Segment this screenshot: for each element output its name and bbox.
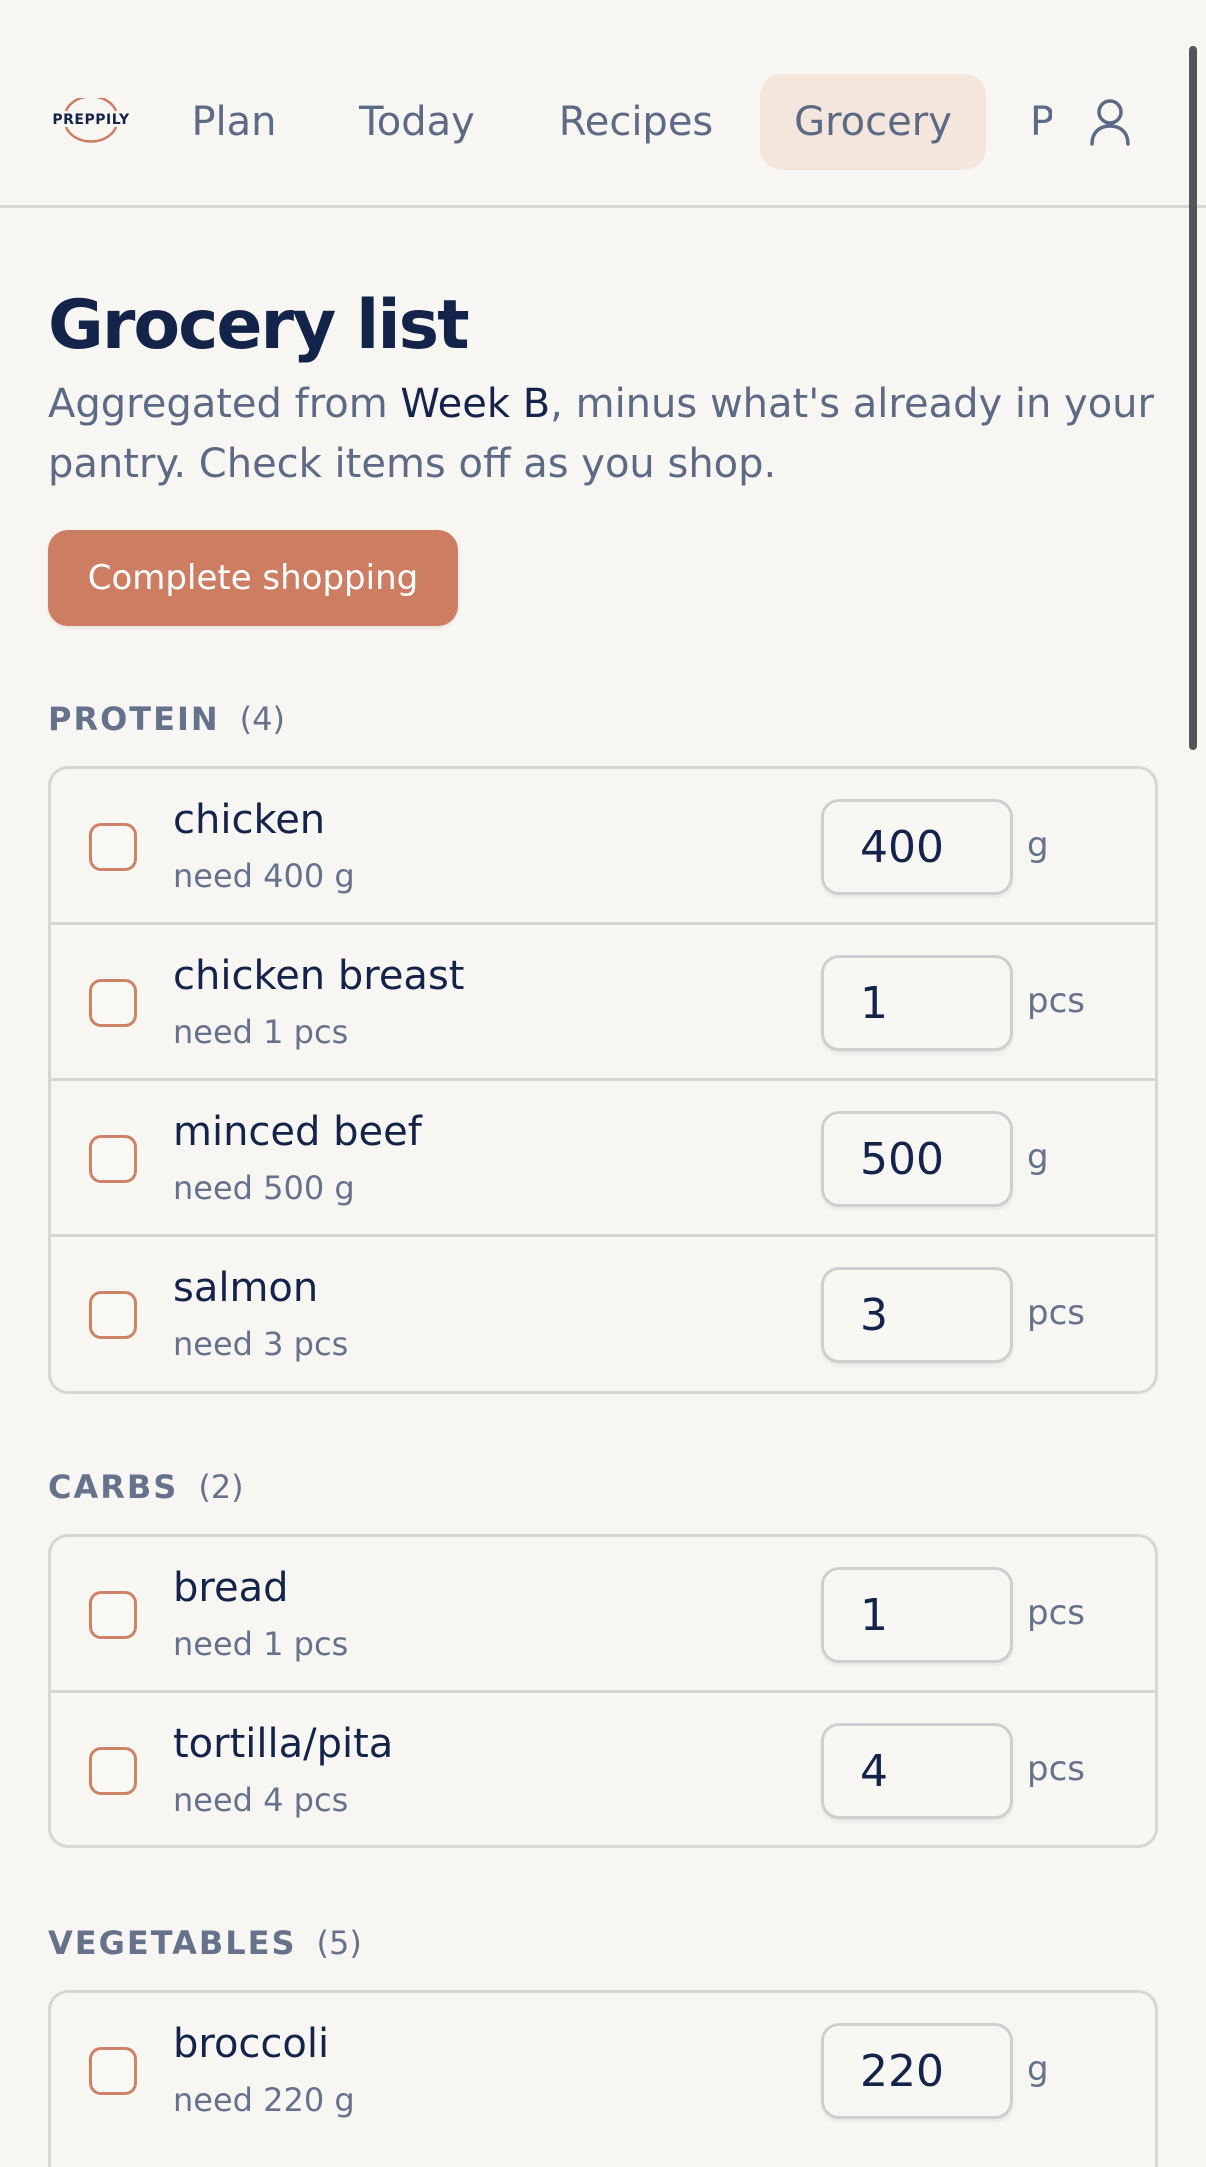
item-unit: pcs bbox=[1027, 1593, 1085, 1633]
user-icon[interactable] bbox=[1088, 98, 1132, 146]
top-navigation: PREPPILY Plan Today Recipes Grocery P bbox=[0, 0, 1206, 208]
list-item: chicken need 400 g 400 g bbox=[51, 769, 1155, 925]
quantity-input[interactable]: 1 bbox=[821, 1567, 1013, 1663]
section-count: (2) bbox=[198, 1468, 244, 1506]
item-name: tortilla/pita bbox=[173, 1721, 394, 1767]
item-checkbox[interactable] bbox=[89, 2047, 137, 2095]
section-title: CARBS bbox=[48, 1468, 179, 1506]
subtitle-prefix: Aggregated from bbox=[48, 381, 401, 427]
group-carbs: bread need 1 pcs 1 pcs tortilla/pita nee… bbox=[48, 1534, 1158, 1848]
list-item: bread need 1 pcs 1 pcs bbox=[51, 1537, 1155, 1693]
item-unit: g bbox=[1027, 2049, 1049, 2089]
item-name: minced beef bbox=[173, 1109, 422, 1155]
item-need: need 220 g bbox=[173, 2081, 355, 2119]
page-title: Grocery list bbox=[48, 286, 470, 365]
logo[interactable]: PREPPILY bbox=[50, 98, 132, 146]
item-checkbox[interactable] bbox=[89, 979, 137, 1027]
grocery-page: PREPPILY Plan Today Recipes Grocery P Gr… bbox=[0, 0, 1206, 2167]
tab-plan[interactable]: Plan bbox=[172, 74, 296, 170]
list-item: chicken breast need 1 pcs 1 pcs bbox=[51, 925, 1155, 1081]
tab-recipes[interactable]: Recipes bbox=[540, 74, 732, 170]
complete-shopping-button[interactable]: Complete shopping bbox=[48, 530, 458, 626]
quantity-input[interactable]: 1 bbox=[821, 955, 1013, 1051]
list-item: minced beef need 500 g 500 g bbox=[51, 1081, 1155, 1237]
item-name: chicken breast bbox=[173, 953, 465, 999]
quantity-input[interactable]: 220 bbox=[821, 2023, 1013, 2119]
item-name: chicken bbox=[173, 797, 326, 843]
item-checkbox[interactable] bbox=[89, 1747, 137, 1795]
quantity-input[interactable]: 3 bbox=[821, 1267, 1013, 1363]
item-unit: pcs bbox=[1027, 1293, 1085, 1333]
quantity-input[interactable]: 400 bbox=[821, 799, 1013, 895]
item-need: need 3 pcs bbox=[173, 1325, 349, 1363]
item-need: need 1 pcs bbox=[173, 1625, 349, 1663]
item-checkbox[interactable] bbox=[89, 1135, 137, 1183]
group-protein: chicken need 400 g 400 g chicken breast … bbox=[48, 766, 1158, 1394]
item-checkbox[interactable] bbox=[89, 823, 137, 871]
section-title: PROTEIN bbox=[48, 700, 220, 738]
tab-today[interactable]: Today bbox=[340, 74, 494, 170]
item-need: need 500 g bbox=[173, 1169, 355, 1207]
item-unit: g bbox=[1027, 1137, 1049, 1177]
item-checkbox[interactable] bbox=[89, 1591, 137, 1639]
section-label-carbs: CARBS (2) bbox=[48, 1468, 244, 1506]
page-subtitle: Aggregated from Week B, minus what's alr… bbox=[48, 374, 1158, 494]
subtitle-week: Week B bbox=[400, 381, 551, 427]
section-label-vegetables: VEGETABLES (5) bbox=[48, 1924, 362, 1962]
quantity-input[interactable]: 4 bbox=[821, 1723, 1013, 1819]
tab-truncated[interactable]: P bbox=[1030, 74, 1052, 170]
item-need: need 4 pcs bbox=[173, 1781, 349, 1819]
section-title: VEGETABLES bbox=[48, 1924, 297, 1962]
list-item: broccoli need 220 g 220 g bbox=[51, 1993, 1155, 2149]
item-unit: g bbox=[1027, 825, 1049, 865]
list-item: salmon need 3 pcs 3 pcs bbox=[51, 1237, 1155, 1391]
quantity-input[interactable]: 500 bbox=[821, 1111, 1013, 1207]
item-unit: pcs bbox=[1027, 981, 1085, 1021]
scrollbar[interactable] bbox=[1189, 46, 1197, 750]
item-name: bread bbox=[173, 1565, 289, 1611]
logo-text: PREPPILY bbox=[52, 112, 130, 128]
item-name: salmon bbox=[173, 1265, 319, 1311]
item-unit: pcs bbox=[1027, 1749, 1085, 1789]
section-count: (4) bbox=[239, 700, 285, 738]
group-vegetables: broccoli need 220 g 220 g bbox=[48, 1990, 1158, 2167]
item-need: need 1 pcs bbox=[173, 1013, 349, 1051]
tab-grocery[interactable]: Grocery bbox=[760, 74, 986, 170]
list-item: tortilla/pita need 4 pcs 4 pcs bbox=[51, 1693, 1155, 1845]
item-checkbox[interactable] bbox=[89, 1291, 137, 1339]
item-name: broccoli bbox=[173, 2021, 330, 2067]
item-need: need 400 g bbox=[173, 857, 355, 895]
section-count: (5) bbox=[316, 1924, 362, 1962]
section-label-protein: PROTEIN (4) bbox=[48, 700, 285, 738]
